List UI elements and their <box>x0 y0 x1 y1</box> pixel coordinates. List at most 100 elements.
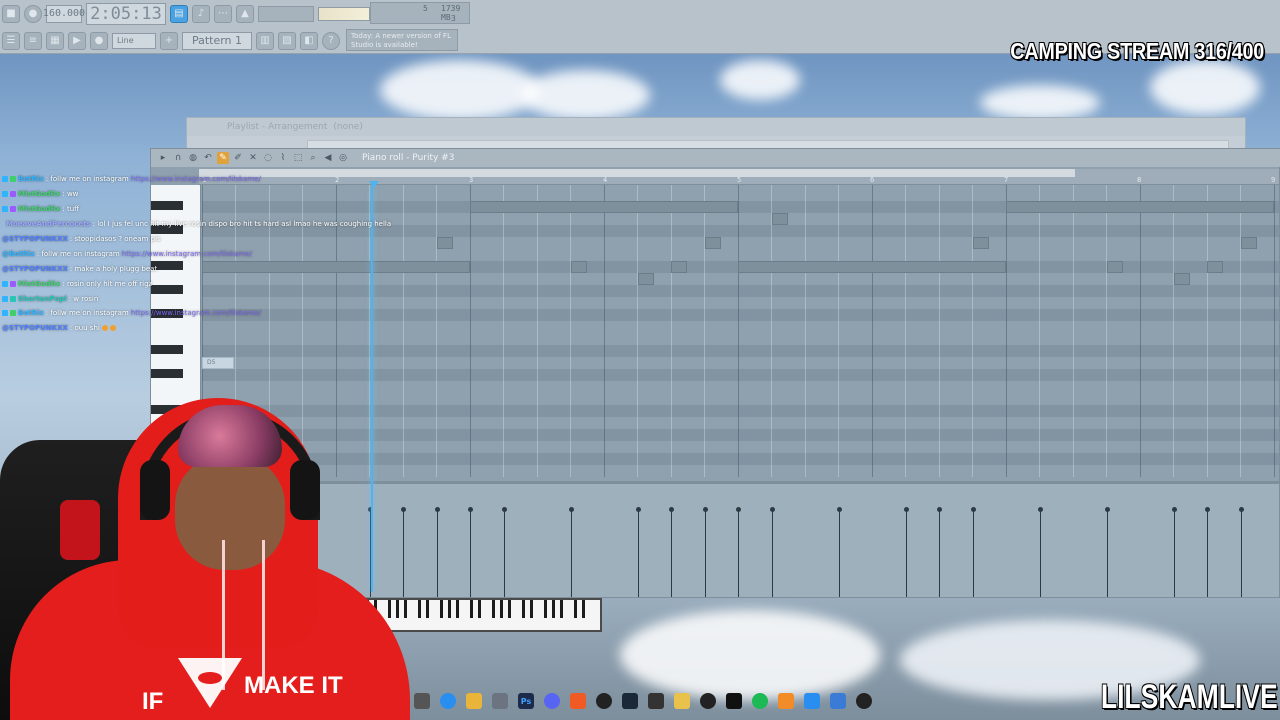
speaker-icon[interactable]: ◀ <box>322 152 334 164</box>
velocity-stem[interactable] <box>904 507 909 597</box>
black-key[interactable] <box>560 600 563 618</box>
velocity-stem[interactable] <box>736 507 741 597</box>
mixer-icon[interactable]: ≡ <box>24 31 42 50</box>
tempo-display[interactable]: 160.000 <box>43 4 85 23</box>
midi-note[interactable] <box>973 237 989 249</box>
velocity-stem[interactable] <box>703 507 708 597</box>
black-key[interactable] <box>508 600 511 618</box>
help-icon[interactable]: ? <box>322 31 340 50</box>
explorer-icon[interactable] <box>414 693 430 709</box>
master-volume-meter[interactable] <box>318 6 370 21</box>
black-key[interactable] <box>388 600 391 618</box>
discord-icon[interactable] <box>544 693 560 709</box>
midi-note[interactable] <box>638 273 654 285</box>
select-icon[interactable]: ⬚ <box>292 152 304 164</box>
velocity-stem[interactable] <box>937 507 942 597</box>
black-key[interactable] <box>418 600 421 618</box>
piano-roll-icon[interactable]: ▥ <box>256 31 274 50</box>
velocity-stem[interactable] <box>435 507 440 597</box>
stamp-icon[interactable]: ◍ <box>187 152 199 164</box>
slice-icon[interactable]: ⌇ <box>277 152 289 164</box>
steam-icon[interactable] <box>622 693 638 709</box>
spotify-icon[interactable] <box>752 693 768 709</box>
update-notice[interactable]: Today: A newer version of FL Studio is a… <box>346 29 458 51</box>
delete-icon[interactable]: ✕ <box>247 152 259 164</box>
ak-icon[interactable] <box>700 693 716 709</box>
brush-icon[interactable]: ✐ <box>232 152 244 164</box>
midi-note[interactable] <box>738 261 1006 273</box>
velocity-pane[interactable] <box>202 481 1279 597</box>
layers-icon[interactable] <box>674 693 690 709</box>
photoshop-icon[interactable]: Ps <box>518 693 534 709</box>
black-key[interactable] <box>478 600 481 618</box>
midi-note[interactable] <box>1174 273 1190 285</box>
files-icon[interactable] <box>492 693 508 709</box>
black-key[interactable] <box>544 600 547 618</box>
midi-note[interactable] <box>470 201 738 213</box>
fl-studio-icon[interactable] <box>778 693 794 709</box>
midi-note[interactable] <box>1207 261 1223 273</box>
zoom-icon[interactable]: ⌕ <box>307 152 319 164</box>
next-icon[interactable]: ▶ <box>68 31 86 50</box>
photos-icon[interactable] <box>804 693 820 709</box>
stop-button[interactable]: ■ <box>2 4 20 23</box>
black-key[interactable] <box>396 600 399 618</box>
chat-link[interactable]: https://www.instagram.com/lilskame/ <box>131 308 261 318</box>
black-key[interactable] <box>470 600 473 618</box>
chrome-icon[interactable] <box>440 693 456 709</box>
target-icon[interactable]: ◎ <box>337 152 349 164</box>
timeline-ruler[interactable]: 1 2 3 4 5 6 7 8 9 <box>199 169 1279 185</box>
midi-note[interactable] <box>571 261 587 273</box>
velocity-stem[interactable] <box>1038 507 1043 597</box>
midi-note[interactable] <box>772 213 788 225</box>
pencil-icon[interactable]: ✎ <box>217 152 229 164</box>
velocity-stem[interactable] <box>468 507 473 597</box>
midi-note[interactable] <box>705 237 721 249</box>
velocity-stem[interactable] <box>1239 507 1244 597</box>
black-key[interactable] <box>151 369 183 378</box>
velocity-stem[interactable] <box>1172 507 1177 597</box>
record-button[interactable]: ● <box>24 4 42 23</box>
timeline-scrollbar[interactable] <box>199 169 1075 177</box>
black-key[interactable] <box>522 600 525 618</box>
channel-rack-icon[interactable]: ▦ <box>46 31 64 50</box>
add-pattern-button[interactable]: + <box>160 31 178 50</box>
midi-note[interactable] <box>437 237 453 249</box>
black-key[interactable] <box>426 600 429 618</box>
velocity-stem[interactable] <box>636 507 641 597</box>
black-key[interactable] <box>574 600 577 618</box>
midi-note[interactable] <box>1107 261 1123 273</box>
velocity-stem[interactable] <box>770 507 775 597</box>
snap-select[interactable]: Line <box>112 32 156 49</box>
pattern-song-toggle[interactable]: ▤ <box>170 4 188 23</box>
black-key[interactable] <box>440 600 443 618</box>
microphone-icon[interactable]: ● <box>90 31 108 50</box>
mute-icon[interactable]: ◌ <box>262 152 274 164</box>
midi-note[interactable] <box>1241 237 1257 249</box>
ghost-note[interactable]: D5 <box>202 357 234 369</box>
pattern-select[interactable]: Pattern 1 <box>182 31 252 50</box>
media-player-icon[interactable] <box>856 693 872 709</box>
black-key[interactable] <box>530 600 533 618</box>
chat-link[interactable]: https://www.instagram.com/lilskame/ <box>131 174 261 184</box>
brave-icon[interactable] <box>570 693 586 709</box>
playlist-icon[interactable]: ☰ <box>2 31 20 50</box>
obs-icon[interactable] <box>596 693 612 709</box>
undo-icon[interactable]: ↶ <box>202 152 214 164</box>
song-time-display[interactable]: 2:05:13 <box>86 2 166 25</box>
black-key[interactable] <box>492 600 495 618</box>
velocity-stem[interactable] <box>502 507 507 597</box>
velocity-stem[interactable] <box>401 507 406 597</box>
metronome-button[interactable]: ♪ <box>192 4 210 23</box>
black-key[interactable] <box>404 600 407 618</box>
black-key[interactable] <box>582 600 585 618</box>
countdown-button[interactable]: ▲ <box>236 4 254 23</box>
chat-link[interactable]: https://www.instagram.com/lilskame/ <box>122 249 252 259</box>
browser-icon[interactable]: ▧ <box>278 31 296 50</box>
piano-roll-window[interactable]: ▸ ∩ ◍ ↶ ✎ ✐ ✕ ◌ ⌇ ⬚ ⌕ ◀ ◎ Piano roll - P… <box>150 148 1280 598</box>
black-key[interactable] <box>500 600 503 618</box>
music-icon[interactable] <box>648 693 664 709</box>
black-key[interactable] <box>456 600 459 618</box>
velocity-stem[interactable] <box>1105 507 1110 597</box>
notepad-icon[interactable] <box>830 693 846 709</box>
